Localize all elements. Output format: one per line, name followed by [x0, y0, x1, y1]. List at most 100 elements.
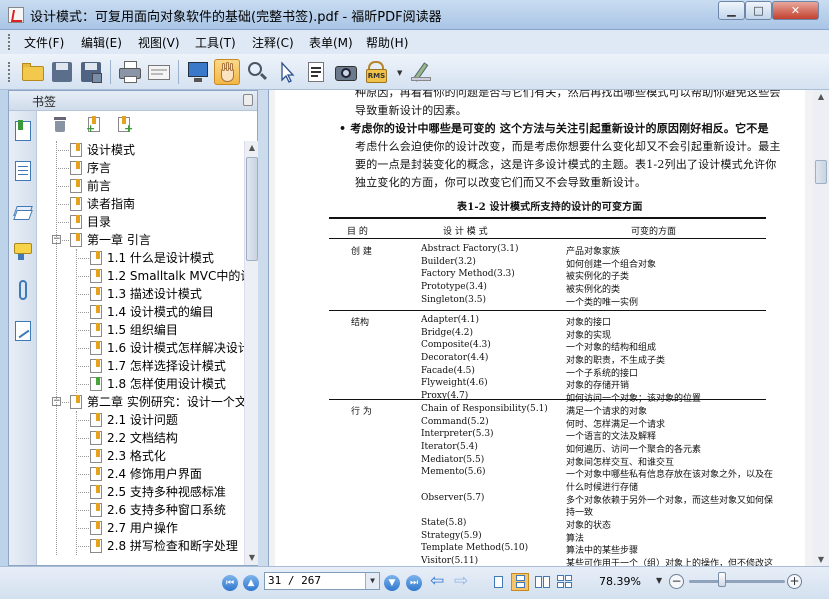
table-aspect: 对象的状态: [566, 520, 612, 531]
table-pattern: Command(5.2): [421, 416, 489, 427]
previous-page-button[interactable]: ▲: [243, 575, 259, 591]
bookmark-item[interactable]: 前言: [70, 177, 111, 195]
zoom-out-button[interactable]: −: [669, 574, 684, 589]
bookmark-item[interactable]: 目录: [70, 213, 111, 231]
menu-file[interactable]: 文件(F): [24, 34, 64, 51]
select-arrow-icon[interactable]: [273, 59, 299, 85]
chevron-down-icon[interactable]: ▼: [397, 69, 402, 77]
bookmarks-icon[interactable]: [12, 119, 34, 143]
fullscreen-icon[interactable]: [185, 59, 211, 85]
scroll-down-icon[interactable]: ▼: [815, 555, 827, 564]
menu-help[interactable]: 帮助(H): [366, 34, 408, 51]
bookmark-label: 1.4 设计模式的编目: [107, 305, 214, 319]
pages-icon[interactable]: [12, 159, 34, 183]
bookmark-item[interactable]: 2.3 格式化: [90, 447, 166, 465]
bookmark-icon: [90, 341, 102, 355]
continuous-facing-icon[interactable]: [555, 573, 573, 591]
bookmark-label: 1.7 怎样选择设计模式: [107, 359, 226, 373]
minimize-button[interactable]: ▁: [718, 1, 745, 20]
bookmark-item[interactable]: 2.1 设计问题: [90, 411, 178, 429]
next-page-button[interactable]: ▼: [384, 575, 400, 591]
first-page-button[interactable]: ⏮: [222, 575, 238, 591]
attachments-icon[interactable]: [12, 279, 34, 303]
forward-arrow-icon[interactable]: ⇨: [454, 573, 468, 590]
table-pattern: Mediator(5.5): [421, 454, 485, 465]
pin-icon[interactable]: [243, 94, 253, 106]
paragraph-line: 要的一点是封装变化的概念，这是许多设计模式的主题。表1-2列出了设计模式允许你: [355, 158, 777, 171]
table-rule: [329, 238, 766, 239]
document-scrollbar[interactable]: ▲ ▼: [813, 90, 829, 566]
table-pattern: Adapter(4.1): [421, 315, 479, 325]
single-page-icon[interactable]: [489, 573, 507, 591]
table-pattern: Bridge(4.2): [421, 327, 473, 338]
bookmark-item[interactable]: 2.2 文档结构: [90, 429, 178, 447]
bookmark-item[interactable]: 1.3 描述设计模式: [90, 285, 202, 303]
save-icon[interactable]: [49, 59, 75, 85]
chevron-down-icon[interactable]: ▼: [365, 573, 379, 589]
facing-pages-icon[interactable]: [533, 573, 551, 591]
bookmark-item[interactable]: 2.7 用户操作: [90, 519, 178, 537]
table-pattern: Factory Method(3.3): [421, 269, 515, 280]
save-as-icon[interactable]: [78, 59, 104, 85]
maximize-button[interactable]: □: [745, 1, 772, 20]
scroll-thumb[interactable]: [246, 157, 258, 261]
menu-view[interactable]: 视图(V): [138, 34, 180, 51]
close-button[interactable]: ✕: [772, 1, 819, 20]
bookmark-item[interactable]: 2.6 支持多种窗口系统: [90, 501, 226, 519]
menu-comments[interactable]: 注释(C): [252, 34, 294, 51]
snapshot-icon[interactable]: [333, 59, 359, 85]
zoom-in-button[interactable]: +: [787, 574, 802, 589]
bookmark-item[interactable]: 第二章 实例研究：设计一个文档: [70, 393, 244, 411]
scroll-down-icon[interactable]: ▼: [245, 551, 259, 565]
chevron-down-icon[interactable]: ▼: [656, 576, 662, 585]
typewriter-icon[interactable]: [408, 59, 434, 85]
bookmark-item[interactable]: 2.4 修饰用户界面: [90, 465, 202, 483]
open-folder-icon[interactable]: [20, 59, 46, 85]
panel-splitter[interactable]: [258, 90, 268, 566]
delete-bookmark-icon[interactable]: [54, 117, 66, 132]
add-child-bookmark-icon[interactable]: +: [116, 116, 133, 134]
bookmark-item[interactable]: 1.1 什么是设计模式: [90, 249, 214, 267]
bookmark-item[interactable]: 1.4 设计模式的编目: [90, 303, 214, 321]
bookmark-item[interactable]: 设计模式: [70, 141, 135, 159]
text-select-icon[interactable]: [303, 59, 329, 85]
add-bookmark-icon[interactable]: +: [86, 116, 102, 134]
hand-tool-icon[interactable]: [214, 59, 240, 85]
scroll-thumb[interactable]: [815, 160, 827, 184]
bookmark-item[interactable]: 1.2 Smalltalk MVC中的设计: [90, 267, 244, 285]
scroll-up-icon[interactable]: ▲: [245, 141, 259, 155]
bookmark-item[interactable]: 1.8 怎样使用设计模式: [90, 375, 226, 393]
zoom-tool-icon[interactable]: [244, 59, 270, 85]
comments-icon[interactable]: [12, 239, 34, 263]
scroll-up-icon[interactable]: ▲: [815, 92, 827, 101]
last-page-button[interactable]: ⏭: [406, 575, 422, 591]
continuous-page-icon[interactable]: [511, 573, 529, 591]
bookmark-item[interactable]: 1.5 组织编目: [90, 321, 178, 339]
tree-scrollbar[interactable]: ▲ ▼: [244, 141, 258, 565]
bookmark-label: 1.1 什么是设计模式: [107, 251, 214, 265]
bookmark-item[interactable]: 序言: [70, 159, 111, 177]
bookmark-item[interactable]: 读者指南: [70, 195, 135, 213]
document-view[interactable]: 种原因，再看看你的问题是否与它们有关，然后再找出哪些模式可以帮助你避免这些会 导致…: [268, 90, 813, 566]
tree-connector: [76, 348, 89, 349]
panel-tabs: [9, 111, 37, 565]
menu-forms[interactable]: 表单(M): [309, 34, 353, 51]
signatures-icon[interactable]: [12, 319, 34, 343]
rms-icon[interactable]: RMS: [364, 59, 390, 85]
bookmark-item[interactable]: 2.5 支持多种视感标准: [90, 483, 226, 501]
zoom-slider[interactable]: [689, 580, 785, 583]
table-aspect: 何时、怎样满足一个请求: [566, 419, 666, 430]
zoom-slider-thumb[interactable]: [718, 572, 726, 587]
menu-tools[interactable]: 工具(T): [195, 34, 236, 51]
layers-icon[interactable]: [12, 199, 34, 223]
bookmark-item[interactable]: 第一章 引言: [70, 231, 151, 249]
bookmark-item[interactable]: 1.7 怎样选择设计模式: [90, 357, 226, 375]
print-icon[interactable]: [117, 59, 143, 85]
zoom-level[interactable]: 78.39%: [599, 575, 641, 588]
bookmark-item[interactable]: 1.6 设计模式怎样解决设计问: [90, 339, 244, 357]
menu-edit[interactable]: 编辑(E): [81, 34, 122, 51]
email-icon[interactable]: [146, 59, 172, 85]
page-number-input[interactable]: 31 / 267 ▼: [264, 572, 380, 590]
bookmark-item[interactable]: 2.8 拼写检查和断字处理: [90, 537, 238, 555]
back-arrow-icon[interactable]: ⇦: [430, 573, 444, 590]
